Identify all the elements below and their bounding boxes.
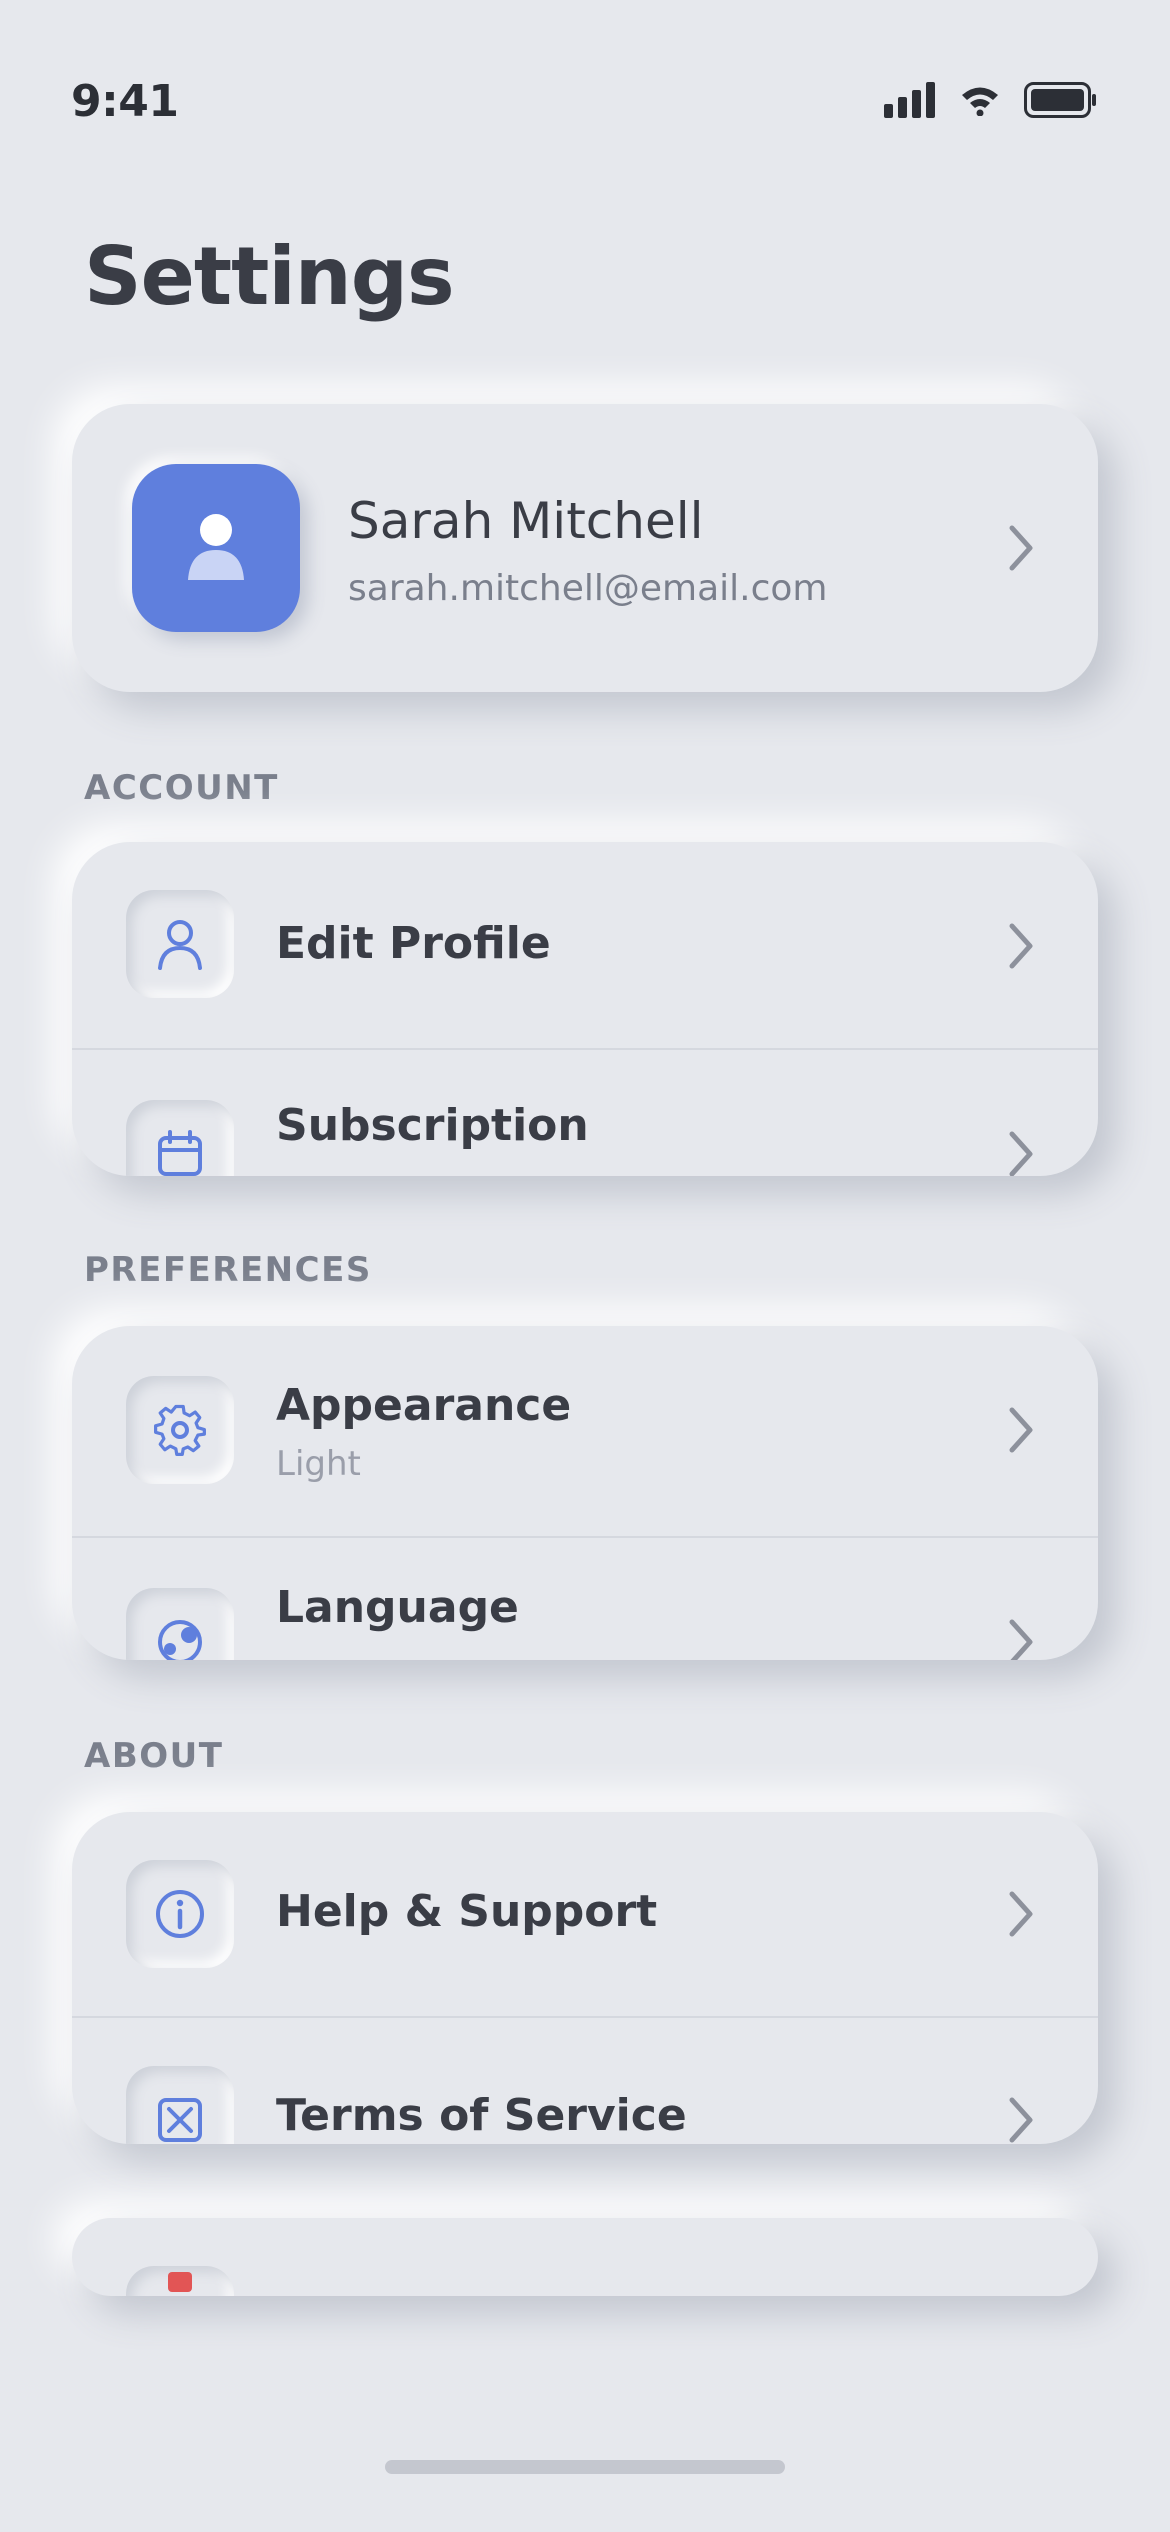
globe-icon — [158, 1620, 202, 1660]
settings-row-subscription[interactable]: Subscription — [72, 1050, 1098, 1176]
row-label: Appearance — [276, 1380, 572, 1431]
settings-row-terms-of-service[interactable]: Terms of Service — [72, 2018, 1098, 2144]
settings-row-appearance[interactable]: Appearance Light — [72, 1326, 1098, 1536]
profile-name: Sarah Mitchell — [348, 492, 704, 550]
status-bar: 9:41 — [0, 0, 1170, 160]
status-icons — [884, 82, 1098, 118]
battery-icon — [1024, 82, 1096, 118]
icon-box — [126, 1860, 234, 1968]
chevron-right-icon — [1009, 1891, 1033, 1937]
info-icon — [156, 1890, 204, 1938]
icon-box — [126, 1100, 234, 1176]
page-title: Settings — [84, 230, 455, 323]
profile-email: sarah.mitchell@email.com — [348, 568, 828, 609]
wifi-icon — [962, 87, 998, 116]
chevron-right-icon — [1009, 2097, 1033, 2143]
about-card: Help & Support Terms of Service — [72, 1812, 1098, 2144]
signal-icon — [884, 82, 935, 118]
row-label: Subscription — [276, 1100, 589, 1151]
user-icon — [158, 920, 202, 970]
home-indicator[interactable] — [385, 2460, 785, 2474]
row-label: Terms of Service — [276, 2090, 687, 2141]
section-label-about: ABOUT — [84, 1736, 224, 1776]
avatar — [132, 464, 300, 632]
preferences-card: Appearance Light Language — [72, 1326, 1098, 1660]
chevron-right-icon — [1009, 923, 1033, 969]
icon-box — [126, 890, 234, 998]
row-label: Help & Support — [276, 1886, 658, 1937]
user-silhouette-icon — [188, 514, 244, 580]
sign-out-icon — [168, 2272, 192, 2292]
chevron-right-icon — [1009, 1619, 1033, 1660]
chevron-right-icon — [1009, 1407, 1033, 1453]
account-card: Edit Profile Subscription — [72, 842, 1098, 1176]
gear-icon — [153, 1404, 206, 1456]
chevron-right-icon — [1009, 1131, 1033, 1176]
chevron-right-icon — [1009, 525, 1033, 571]
icon-box — [126, 2266, 234, 2296]
document-x-icon — [158, 2098, 202, 2142]
row-label: Edit Profile — [276, 918, 551, 969]
sign-out-card[interactable] — [72, 2218, 1098, 2296]
status-time: 9:41 — [71, 76, 179, 127]
settings-row-language[interactable]: Language — [72, 1538, 1098, 1660]
settings-row-edit-profile[interactable]: Edit Profile — [72, 842, 1098, 1048]
section-label-account: ACCOUNT — [84, 768, 279, 808]
settings-row-help-support[interactable]: Help & Support — [72, 1812, 1098, 2016]
section-label-preferences: PREFERENCES — [84, 1250, 372, 1290]
profile-card[interactable]: Sarah Mitchell sarah.mitchell@email.com — [72, 404, 1098, 692]
row-value: Light — [276, 1444, 361, 1484]
calendar-icon — [158, 1130, 202, 1176]
row-label: Language — [276, 1582, 519, 1633]
icon-box — [126, 1588, 234, 1660]
icon-box — [126, 2066, 234, 2144]
icon-box — [126, 1376, 234, 1484]
